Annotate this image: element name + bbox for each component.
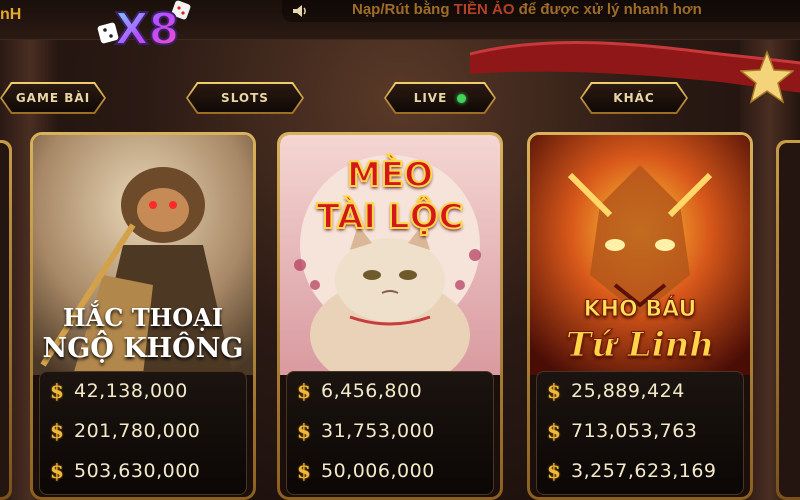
dollar-coin-icon: $ [547, 419, 561, 443]
game-title-line2: TÀI LỘC [316, 196, 465, 238]
jackpot-value: 42,138,000 [74, 380, 188, 402]
ticker-message: Nạp/Rút bằng TIỀN ẢO để được xử lý nhanh… [352, 1, 702, 18]
game-title-line1: HẮC THOẠI [62, 303, 224, 332]
tab-slots-label: SLOTS [221, 91, 269, 105]
tab-khac[interactable]: KHÁC [582, 84, 686, 112]
gold-star-icon [740, 50, 794, 104]
jackpot-row: $ 503,630,000 [48, 456, 200, 486]
x8-logo[interactable]: X8 [95, 0, 195, 58]
dollar-coin-icon: $ [50, 419, 64, 443]
svg-text:X8: X8 [115, 4, 180, 55]
dollar-coin-icon: $ [50, 459, 64, 483]
jackpot-value: 3,257,623,169 [571, 460, 717, 482]
jackpot-row: $ 201,780,000 [48, 416, 200, 446]
jackpot-value: 6,456,800 [321, 380, 423, 402]
dollar-coin-icon: $ [547, 459, 561, 483]
jackpot-row: $ 25,889,424 [545, 376, 685, 406]
dollar-coin-icon: $ [50, 379, 64, 403]
dollar-coin-icon: $ [297, 419, 311, 443]
partial-game-card-right[interactable] [776, 140, 800, 500]
jackpot-row: $ 50,006,000 [295, 456, 435, 486]
jackpot-panel: $ 6,456,800 $ 31,753,000 $ 50,006,000 [286, 371, 494, 495]
jackpot-row: $ 42,138,000 [48, 376, 188, 406]
game-title-line2: Tứ Linh [565, 325, 715, 366]
dollar-coin-icon: $ [297, 379, 311, 403]
game-title-line1: MÈO [346, 154, 434, 196]
dollar-coin-icon: $ [547, 379, 561, 403]
tab-live-label: LIVE [413, 91, 448, 105]
game-card-meo-tai-loc[interactable]: MÈO TÀI LỘC $ 6,456,800 $ 31,753,000 $ 5… [277, 132, 503, 500]
jackpot-row: $ 31,753,000 [295, 416, 435, 446]
jackpot-value: 31,753,000 [321, 420, 435, 442]
tab-game-bai-label: GAME BÀI [15, 91, 91, 105]
game-card-hac-thoai[interactable]: HẮC THOẠI NGỘ KHÔNG $ 42,138,000 $ 201,7… [30, 132, 256, 500]
jackpot-panel: $ 42,138,000 $ 201,780,000 $ 503,630,000 [39, 371, 247, 495]
jackpot-value: 25,889,424 [571, 380, 685, 402]
jackpot-row: $ 3,257,623,169 [545, 456, 717, 486]
dollar-coin-icon: $ [297, 459, 311, 483]
jackpot-value: 201,780,000 [74, 420, 201, 442]
jackpot-value: 503,630,000 [74, 460, 201, 482]
jackpot-row: $ 713,053,763 [545, 416, 697, 446]
partial-game-card-left[interactable] [0, 140, 12, 500]
jackpot-row: $ 6,456,800 [295, 376, 422, 406]
tab-game-bai[interactable]: GAME BÀI [2, 84, 104, 112]
jackpot-value: 713,053,763 [571, 420, 698, 442]
game-card-kho-bau-tu-linh[interactable]: KHO BÁU Tứ Linh $ 25,889,424 $ 713,053,7… [527, 132, 753, 500]
live-status-dot [457, 94, 466, 103]
top-left-label: nH [0, 6, 22, 23]
tab-slots[interactable]: SLOTS [188, 84, 302, 112]
speaker-icon[interactable] [290, 1, 310, 21]
game-title-line2: NGỘ KHÔNG [42, 333, 244, 364]
tab-live[interactable]: LIVE [386, 84, 494, 112]
jackpot-panel: $ 25,889,424 $ 713,053,763 $ 3,257,623,1… [536, 371, 744, 495]
tab-khac-label: KHÁC [613, 91, 655, 105]
game-title-line1: KHO BÁU [583, 297, 697, 323]
jackpot-value: 50,006,000 [321, 460, 435, 482]
